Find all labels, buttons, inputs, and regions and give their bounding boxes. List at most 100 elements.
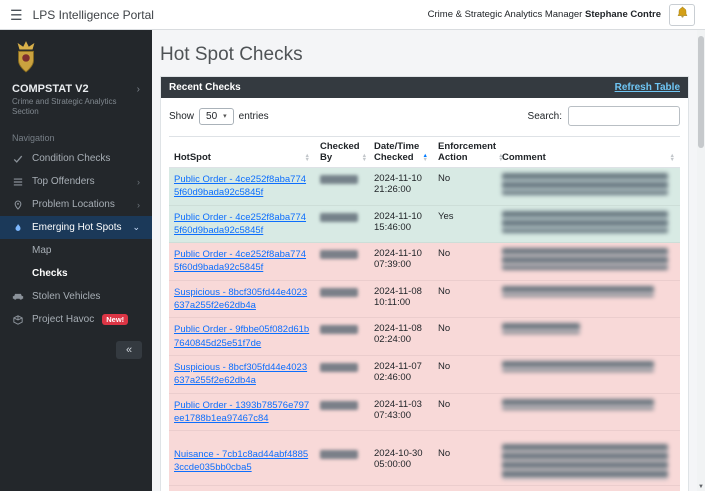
user-role-name: Crime & Strategic Analytics Manager Step… (428, 9, 661, 20)
recent-checks-panel: Recent Checks Refresh Table Show 50 ▾ en… (160, 76, 689, 491)
column-header-label: HotSpot (174, 152, 211, 163)
sort-icon: ▲▼ (305, 154, 310, 163)
datetime-cell: 2024-11-10 07:39:00 (369, 243, 433, 281)
hotspot-cell: Nuisance - 7cb1c8ad44abf48853ccde035bb0c… (169, 431, 315, 486)
scrollbar-thumb[interactable] (698, 36, 704, 148)
sidebar-item-map[interactable]: Map (0, 239, 152, 262)
entries-value: 50 (206, 111, 217, 122)
comment-cell (497, 431, 680, 486)
hotspot-link[interactable]: Suspicious - 8bcf305fd44e4023637a255f2e6… (174, 286, 310, 313)
user-name: Stephane Contre (585, 9, 661, 20)
action-cell: No (433, 486, 497, 491)
app-title: LPS Intelligence Portal (33, 8, 154, 22)
entries-select[interactable]: 50 ▾ (199, 108, 234, 125)
vertical-scrollbar[interactable]: ▼ (697, 30, 705, 491)
hotspot-link[interactable]: Suspicious - 8bcf305fd44e4023637a255f2e6… (174, 361, 310, 388)
sidebar-item-checks[interactable]: Checks (0, 262, 152, 285)
comment-cell (497, 280, 680, 318)
checked-by-cell (315, 205, 369, 243)
column-header-label: Date/Time Checked (374, 141, 421, 163)
action-cell: Yes (433, 205, 497, 243)
sidebar-item-label: Project Havoc (32, 314, 94, 325)
action-cell: No (433, 431, 497, 486)
sidebar-item-condition-checks[interactable]: Condition Checks (0, 147, 152, 170)
comment-cell (497, 393, 680, 431)
refresh-table-link[interactable]: Refresh Table (615, 82, 680, 93)
checked-by-cell (315, 280, 369, 318)
comment-cell (497, 243, 680, 281)
sidebar-item-top-offenders[interactable]: Top Offenders › (0, 170, 152, 193)
menu-icon[interactable]: ☰ (10, 8, 23, 22)
column-header-enforcement[interactable]: Enforcement Action▲▼ (433, 137, 497, 168)
list-icon (12, 177, 24, 187)
hotspot-link[interactable]: Public Order - 4ce252f8aba7745f60d9bada9… (174, 211, 310, 238)
show-label: Show (169, 111, 194, 122)
action-cell: No (433, 243, 497, 281)
panel-title: Recent Checks (169, 82, 241, 93)
location-pin-icon (12, 200, 24, 210)
sidebar-item-project-havoc[interactable]: Project Havoc New! (0, 308, 152, 331)
comment-cell (497, 355, 680, 393)
sidebar-item-label: Emerging Hot Spots (32, 222, 122, 233)
redacted-comment (502, 323, 580, 334)
hotspot-cell: B & E - (169, 486, 315, 491)
datetime-cell: 2024-11-08 02:24:00 (369, 318, 433, 356)
datetime-cell: 2024-11-03 07:43:00 (369, 393, 433, 431)
column-header-label: Comment (502, 152, 546, 163)
column-header-comment[interactable]: Comment▲▼ (497, 137, 680, 168)
redacted-checked-by (320, 401, 358, 410)
column-header-checked-by[interactable]: Checked By▲▼ (315, 137, 369, 168)
column-header-datetime[interactable]: Date/Time Checked▲▼ (369, 137, 433, 168)
redacted-comment (502, 286, 654, 297)
chevron-down-icon: ⌄ (132, 222, 140, 233)
table-row: Public Order - 4ce252f8aba7745f60d9bada9… (169, 168, 680, 206)
column-header-label: Enforcement Action (438, 141, 496, 163)
sidebar-item-stolen-vehicles[interactable]: Stolen Vehicles (0, 285, 152, 308)
hotspot-link[interactable]: Public Order - 9fbbe05f082d61b7640845d25… (174, 323, 310, 350)
notifications-button[interactable] (669, 4, 695, 26)
column-header-hotspot[interactable]: HotSpot ▲▼ (169, 137, 315, 168)
checked-by-cell (315, 486, 369, 491)
crest-logo-icon (12, 66, 40, 77)
sidebar-brand: COMPSTAT V2 › Crime and Strategic Analyt… (0, 30, 152, 125)
hotspot-link[interactable]: Public Order - 4ce252f8aba7745f60d9bada9… (174, 173, 310, 200)
redacted-comment (502, 444, 668, 480)
action-cell: No (433, 393, 497, 431)
hotspot-link[interactable]: Public Order - 4ce252f8aba7745f60d9bada9… (174, 248, 310, 275)
checked-by-cell (315, 431, 369, 486)
top-bar: ☰ LPS Intelligence Portal Crime & Strate… (0, 0, 705, 30)
table-row: Suspicious - 8bcf305fd44e4023637a255f2e6… (169, 355, 680, 393)
hotspot-link[interactable]: Public Order - 1393b78576e797ee1788b1ea9… (174, 399, 310, 426)
hotspot-link[interactable]: Nuisance - 7cb1c8ad44abf48853ccde035bb0c… (174, 448, 310, 475)
datetime-cell: 2024-11-10 21:26:00 (369, 168, 433, 206)
scroll-down-icon[interactable]: ▼ (697, 484, 705, 490)
sidebar-item-problem-locations[interactable]: Problem Locations › (0, 193, 152, 216)
sidebar: COMPSTAT V2 › Crime and Strategic Analyt… (0, 30, 152, 491)
datetime-cell: 2024-10-30 05:00:00 (369, 431, 433, 486)
table-row: Public Order - 9fbbe05f082d61b7640845d25… (169, 318, 680, 356)
search-input[interactable] (568, 106, 680, 126)
redacted-comment (502, 173, 668, 195)
bell-icon (676, 6, 689, 24)
comment-cell (497, 205, 680, 243)
entries-label: entries (239, 111, 269, 122)
checked-by-cell (315, 393, 369, 431)
check-icon (12, 154, 24, 164)
search-label: Search: (528, 111, 562, 122)
action-cell: No (433, 168, 497, 206)
comment-cell (497, 168, 680, 206)
action-cell: No (433, 318, 497, 356)
redacted-comment (502, 361, 654, 372)
sidebar-collapse-button[interactable]: « (116, 341, 142, 359)
table-row: Suspicious - 8bcf305fd44e4023637a255f2e6… (169, 280, 680, 318)
flame-icon (12, 223, 24, 233)
action-cell: No (433, 355, 497, 393)
table-controls: Show 50 ▾ entries Search: (169, 106, 680, 126)
select-caret-icon: ▾ (223, 112, 227, 120)
compstat-header[interactable]: COMPSTAT V2 › (12, 83, 140, 95)
datetime-cell: 2024-11-10 15:46:00 (369, 205, 433, 243)
redacted-checked-by (320, 288, 358, 297)
column-header-label: Checked By (320, 141, 360, 163)
sidebar-item-label: Problem Locations (32, 199, 115, 210)
sidebar-item-emerging-hot-spots[interactable]: Emerging Hot Spots ⌄ (0, 216, 152, 239)
